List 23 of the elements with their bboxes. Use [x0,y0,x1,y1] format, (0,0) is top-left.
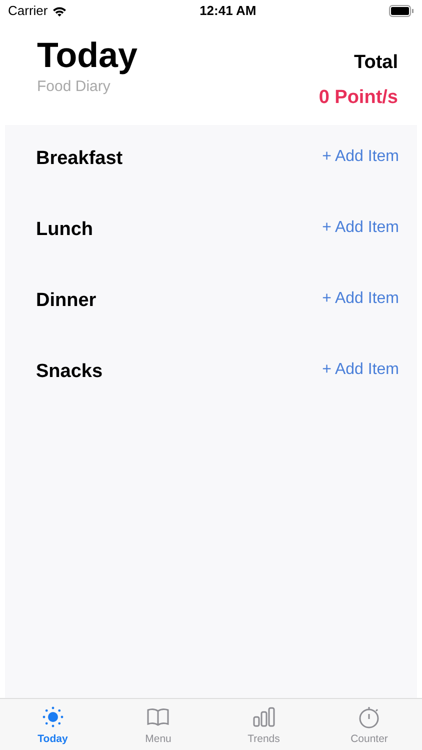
add-item-link[interactable]: + Add Item [322,216,399,240]
page-subtitle: Food Diary [37,76,112,96]
tab-item[interactable]: Trends [211,699,316,750]
wifi-icon [52,6,67,16]
meal-name: Dinner [36,289,96,313]
meal-name: Lunch [36,218,93,242]
tab-item[interactable]: Today [0,699,106,750]
bar-chart-icon [252,705,276,729]
meal-name: Breakfast [36,147,123,171]
sun-icon [40,705,65,729]
time-label: 12:41 AM [200,2,256,20]
tab-item[interactable]: Counter [316,699,422,750]
total-label: Total [353,51,398,75]
battery-icon [389,5,414,17]
stopwatch-icon [357,705,382,729]
tab-item[interactable]: Menu [106,699,211,750]
add-item-link[interactable]: + Add Item [322,145,399,169]
carrier-label: Carrier [8,2,48,20]
add-item-link[interactable]: + Add Item [322,287,399,311]
add-item-link[interactable]: + Add Item [322,358,399,382]
meal-name: Snacks [36,360,103,384]
points-value: 0 Point/s [318,86,398,110]
page-title: Today [37,37,138,76]
